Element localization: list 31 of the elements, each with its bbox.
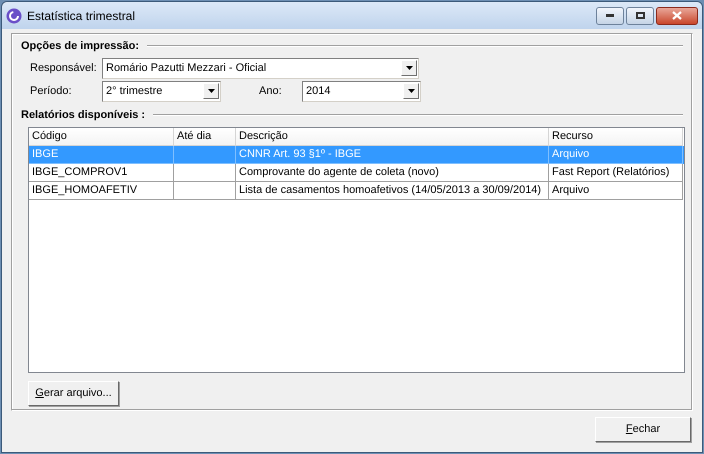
table-cell: IBGE_HOMOAFETIV <box>29 182 174 200</box>
dropdown-field[interactable]: 2° trimestre <box>102 80 221 102</box>
dropdown-field[interactable]: 2014 <box>302 80 421 102</box>
field-label: Período: <box>30 84 73 99</box>
field-label: Ano: <box>259 84 283 99</box>
column-header[interactable]: Código <box>29 128 174 146</box>
minimize-button[interactable] <box>596 6 624 24</box>
caret-icon <box>208 89 214 93</box>
column-header[interactable]: Recurso <box>549 128 683 146</box>
table-cell: Lista de casamentos homoafetivos (14/05/2013 a 30/09/2014) <box>236 182 549 200</box>
table-row[interactable]: IBGE_COMPROV1 Comprovante do agente de coleta (novo) Fast Report (Relatórios) <box>29 164 684 182</box>
caret-icon <box>406 66 412 70</box>
close-button[interactable] <box>656 6 698 24</box>
section-title: Opções de impressão: <box>21 39 139 54</box>
dropdown-button[interactable] <box>401 60 417 76</box>
column-header[interactable]: Descrição <box>236 128 549 146</box>
close-icon <box>672 11 682 20</box>
generate-file-button[interactable]: Gerar arquivo... <box>28 381 119 406</box>
column-header[interactable]: Até dia <box>174 128 236 146</box>
table-cell: Arquivo <box>549 182 683 200</box>
window-title: Estatística trimestral <box>27 8 136 24</box>
close-dialog-button[interactable]: Fechar <box>595 417 691 442</box>
field-label: Responsável: <box>30 60 98 76</box>
table-row[interactable]: IBGE_HOMOAFETIV Lista de casamentos homoafetivos (14/05/2013 a 30/09/2014) Arquivo <box>29 182 684 200</box>
caret-icon <box>408 89 414 93</box>
dropdown-field[interactable]: Romário Pazutti Mezzari - Oficial <box>102 58 419 78</box>
dropdown-button[interactable] <box>203 83 219 99</box>
app-logo-icon <box>6 8 22 24</box>
dropdown-button[interactable] <box>403 83 419 99</box>
section-title: Relatórios disponíveis : <box>21 108 146 122</box>
maximize-button[interactable] <box>626 6 654 24</box>
